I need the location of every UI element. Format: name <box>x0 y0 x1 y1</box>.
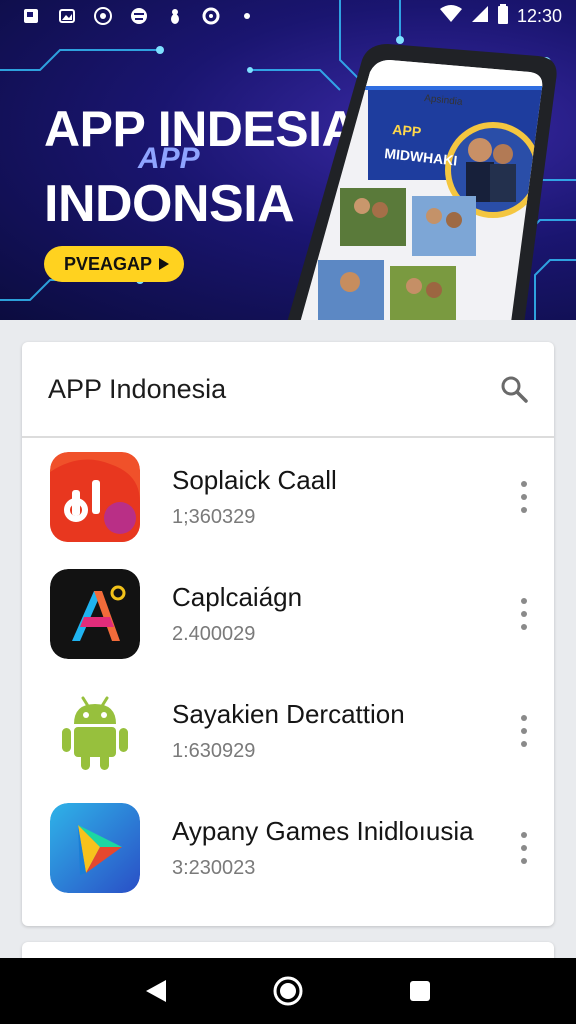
hero-title-accent: APP <box>138 142 200 175</box>
signal-icon <box>471 5 489 28</box>
search-icon <box>501 376 528 403</box>
app-subtitle: 2.400029 <box>172 622 256 645</box>
app-subtitle: 1;360329 <box>172 505 256 528</box>
home-circle-icon <box>273 976 303 1006</box>
app-name: Sayakien Dercattion <box>172 698 405 729</box>
hero-cta-button[interactable]: PVEAGAP <box>44 246 185 282</box>
phone-mockup-image: Apsindia APP MIDWHAKI <box>287 44 557 320</box>
hero-title-line2: INDONSIA <box>44 175 295 233</box>
back-triangle-icon <box>146 980 166 1002</box>
face-notification-icon <box>130 7 148 25</box>
more-options-button[interactable] <box>516 831 532 864</box>
phone-promo-title: APP <box>392 121 422 140</box>
more-notifications-dot-icon <box>238 7 256 25</box>
android-robot-icon <box>50 685 140 776</box>
app-name: Aypany Games Inidloıusia <box>172 815 474 846</box>
card-header: APP Indonesia <box>22 342 554 438</box>
back-button[interactable] <box>136 971 176 1011</box>
play-arrow-icon <box>159 258 170 270</box>
colorful-a-logo-icon <box>50 568 140 659</box>
more-options-button[interactable] <box>516 714 532 747</box>
app-name: Caplcaiágn <box>172 581 303 612</box>
app-list-item[interactable]: Caplcaiágn 2.400029 <box>22 555 554 672</box>
app-list-card: APP Indonesia Soplaick Caall 1;360329 Ca… <box>22 342 554 926</box>
orange-red-logo-icon <box>50 451 140 542</box>
camera-notification-icon <box>94 7 112 25</box>
status-bar: 12:30 <box>0 0 576 32</box>
hero-banner[interactable]: APP INDESIA APP INDONSIA PVEAGAP Apsindi… <box>0 0 576 320</box>
play-triangle-icon <box>50 802 140 893</box>
navigation-bar <box>0 958 576 1024</box>
status-time: 12:30 <box>516 5 562 26</box>
app-list-item[interactable]: Soplaick Caall 1;360329 <box>22 438 554 555</box>
bug-notification-icon <box>166 7 184 25</box>
home-button[interactable] <box>268 971 308 1011</box>
battery-icon <box>497 3 509 29</box>
search-button[interactable] <box>498 373 530 405</box>
image-notification-icon <box>58 7 76 25</box>
app-list-item[interactable]: Sayakien Dercattion 1:630929 <box>22 672 554 789</box>
app-list-item[interactable]: Aypany Games Inidloıusia 3:230023 <box>22 789 554 906</box>
more-options-button[interactable] <box>516 480 532 513</box>
more-options-button[interactable] <box>516 597 532 630</box>
card-title: APP Indonesia <box>48 373 227 404</box>
app-name: Soplaick Caall <box>172 464 337 495</box>
recents-square-icon <box>410 981 430 1001</box>
wifi-icon <box>439 4 463 28</box>
sync-notification-icon <box>202 7 220 25</box>
recents-button[interactable] <box>400 971 440 1011</box>
hero-cta-label: PVEAGAP <box>64 253 153 274</box>
flag-notification-icon <box>22 7 40 25</box>
app-subtitle: 1:630929 <box>172 739 256 762</box>
app-subtitle: 3:230023 <box>172 856 256 879</box>
